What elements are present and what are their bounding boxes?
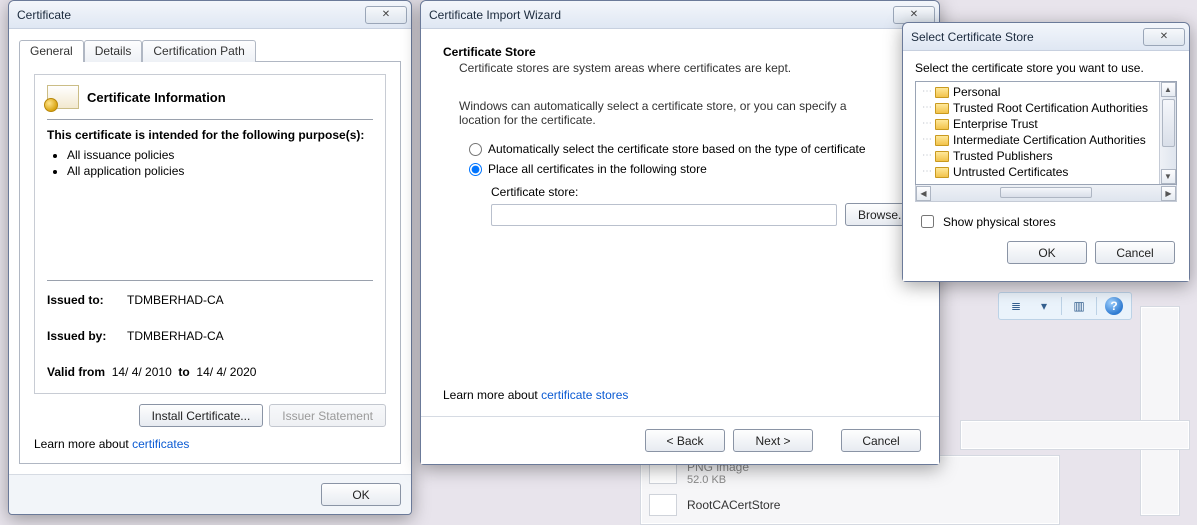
explorer-view-toolbar: ≣ ▾ ▥ ?	[998, 292, 1132, 320]
close-icon: ✕	[1160, 31, 1168, 42]
titlebar[interactable]: Certificate ✕	[9, 1, 411, 29]
learn-more-stores-link[interactable]: certificate stores	[541, 388, 628, 402]
purpose-item: All application policies	[67, 164, 373, 178]
close-button[interactable]: ✕	[365, 6, 407, 24]
scroll-left-icon[interactable]: ◀	[916, 186, 931, 201]
ok-button[interactable]: OK	[1007, 241, 1087, 264]
back-button[interactable]: < Back	[645, 429, 725, 452]
issued-by-label: Issued by:	[47, 329, 127, 343]
window-title: Certificate	[17, 8, 365, 22]
show-physical-stores-input[interactable]	[921, 215, 934, 228]
file-name-label: RootCACertStore	[687, 498, 780, 512]
certificate-store-tree[interactable]: ⋯Personal ⋯Trusted Root Certification Au…	[915, 81, 1177, 185]
tree-item-trusted-root[interactable]: ⋯Trusted Root Certification Authorities	[922, 100, 1157, 116]
scroll-down-icon[interactable]: ▼	[1161, 169, 1176, 184]
select-store-prompt: Select the certificate store you want to…	[915, 61, 1177, 75]
scroll-up-icon[interactable]: ▲	[1161, 82, 1176, 97]
certificate-dialog: Certificate ✕ General Details Certificat…	[8, 0, 412, 515]
scroll-thumb[interactable]	[1162, 99, 1175, 147]
close-icon: ✕	[910, 9, 918, 20]
view-mode-button[interactable]: ≣	[1003, 295, 1029, 317]
help-icon: ?	[1105, 297, 1123, 315]
file-thumbnail-icon	[649, 494, 677, 516]
purpose-item: All issuance policies	[67, 148, 373, 162]
close-button[interactable]: ✕	[893, 6, 935, 24]
purpose-title: This certificate is intended for the fol…	[47, 128, 373, 142]
radio-place-in-store[interactable]: Place all certificates in the following …	[469, 162, 921, 176]
titlebar[interactable]: Select Certificate Store ✕	[903, 23, 1189, 51]
radio-auto-input[interactable]	[469, 143, 482, 156]
folder-icon	[935, 135, 949, 146]
learn-more-row: Learn more about certificate stores	[443, 388, 921, 402]
certificate-info-heading: Certificate Information	[87, 90, 226, 105]
tree-item-personal[interactable]: ⋯Personal	[922, 84, 1157, 100]
close-button[interactable]: ✕	[1143, 28, 1185, 46]
view-mode-dropdown[interactable]: ▾	[1031, 295, 1057, 317]
horizontal-scrollbar[interactable]: ◀ ▶	[915, 185, 1177, 202]
select-certificate-store-dialog: Select Certificate Store ✕ Select the ce…	[902, 22, 1190, 282]
issued-by-value: TDMBERHAD-CA	[127, 329, 224, 343]
scroll-thumb[interactable]	[1000, 187, 1092, 198]
wizard-section-heading: Certificate Store	[443, 45, 921, 59]
purpose-list: All issuance policies All application po…	[67, 148, 373, 180]
folder-icon	[935, 151, 949, 162]
tree-item-enterprise-trust[interactable]: ⋯Enterprise Trust	[922, 116, 1157, 132]
learn-more-row: Learn more about certificates	[34, 437, 386, 451]
explorer-file-row[interactable]: RootCACertStore	[641, 490, 1059, 520]
help-button[interactable]: ?	[1101, 295, 1127, 317]
preview-pane-button[interactable]: ▥	[1066, 295, 1092, 317]
tree-item-intermediate-ca[interactable]: ⋯Intermediate Certification Authorities	[922, 132, 1157, 148]
certificate-store-label: Certificate store:	[491, 185, 921, 199]
tree-item-untrusted[interactable]: ⋯Untrusted Certificates	[922, 164, 1157, 180]
show-physical-stores-checkbox[interactable]: Show physical stores	[917, 212, 1177, 231]
tab-details[interactable]: Details	[84, 40, 143, 62]
file-thumbnail-icon	[649, 462, 677, 484]
cancel-button[interactable]: Cancel	[1095, 241, 1175, 264]
issuer-statement-button: Issuer Statement	[269, 404, 386, 427]
tab-panel-general: Certificate Information This certificate…	[19, 61, 401, 464]
window-title: Select Certificate Store	[911, 30, 1143, 44]
issued-to-label: Issued to:	[47, 293, 127, 307]
radio-auto-select-store[interactable]: Automatically select the certificate sto…	[469, 142, 921, 156]
file-size-label: 52.0 KB	[687, 474, 749, 486]
show-physical-stores-label: Show physical stores	[943, 215, 1056, 229]
scroll-right-icon[interactable]: ▶	[1161, 186, 1176, 201]
folder-icon	[935, 103, 949, 114]
wizard-description: Windows can automatically select a certi…	[459, 99, 889, 127]
radio-auto-label: Automatically select the certificate sto…	[488, 142, 866, 156]
wizard-section-subtext: Certificate stores are system areas wher…	[459, 61, 921, 75]
next-button[interactable]: Next >	[733, 429, 813, 452]
ok-button[interactable]: OK	[321, 483, 401, 506]
certificate-store-input[interactable]	[491, 204, 837, 226]
folder-icon	[935, 119, 949, 130]
folder-icon	[935, 87, 949, 98]
learn-more-certificates-link[interactable]: certificates	[132, 437, 189, 451]
issued-to-value: TDMBERHAD-CA	[127, 293, 224, 307]
folder-icon	[935, 167, 949, 178]
window-title: Certificate Import Wizard	[429, 8, 893, 22]
radio-place-input[interactable]	[469, 163, 482, 176]
radio-place-label: Place all certificates in the following …	[488, 162, 707, 176]
certificate-icon	[47, 85, 79, 109]
close-icon: ✕	[382, 9, 390, 20]
tree-item-trusted-publishers[interactable]: ⋯Trusted Publishers	[922, 148, 1157, 164]
titlebar[interactable]: Certificate Import Wizard ✕	[421, 1, 939, 29]
certificate-import-wizard: Certificate Import Wizard ✕ Certificate …	[420, 0, 940, 465]
tab-general[interactable]: General	[19, 40, 84, 62]
tab-certification-path[interactable]: Certification Path	[142, 40, 255, 62]
cancel-button[interactable]: Cancel	[841, 429, 921, 452]
validity-row: Valid from 14/ 4/ 2010 to 14/ 4/ 2020	[47, 365, 373, 379]
install-certificate-button[interactable]: Install Certificate...	[139, 404, 264, 427]
vertical-scrollbar[interactable]: ▲ ▼	[1159, 82, 1176, 184]
